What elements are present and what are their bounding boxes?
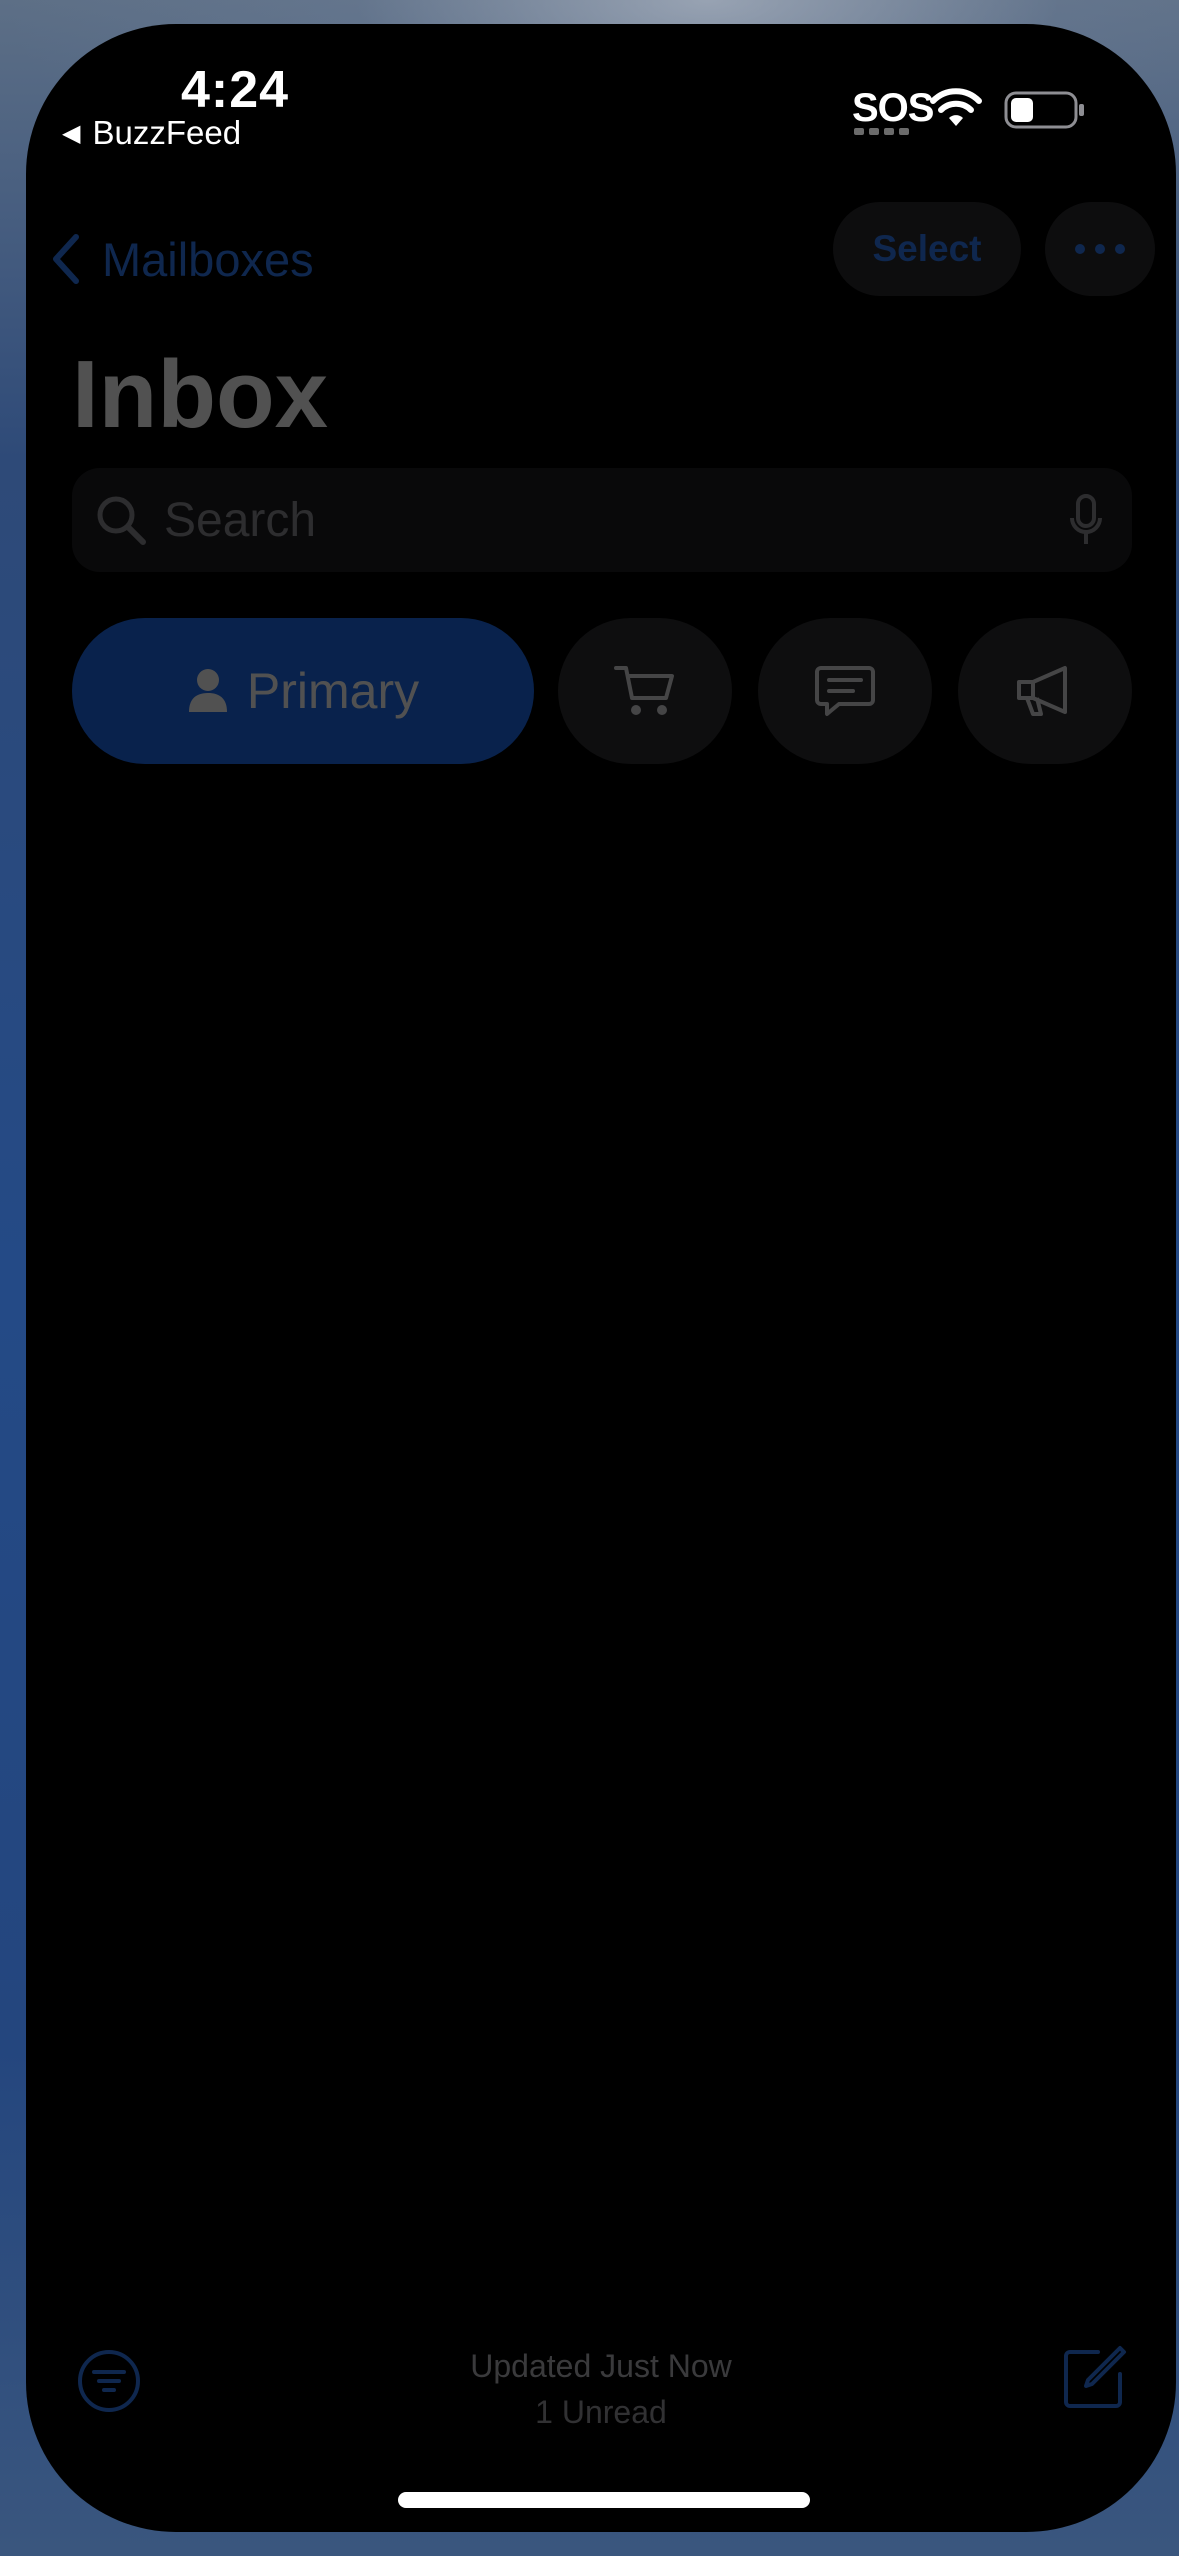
category-transactions-button[interactable] — [758, 618, 932, 764]
select-button[interactable]: Select — [833, 202, 1021, 296]
chevron-left-icon — [53, 234, 79, 284]
search-input[interactable] — [162, 491, 1006, 549]
compose-icon[interactable] — [1062, 2344, 1128, 2410]
category-promotions-button[interactable] — [958, 618, 1132, 764]
updated-status: Updated Just Now — [470, 2348, 732, 2384]
back-to-app-link[interactable]: ◀ BuzzFeed — [62, 114, 241, 152]
microphone-icon[interactable] — [1068, 494, 1104, 548]
page-title: Inbox — [72, 341, 328, 448]
category-primary-button[interactable]: Primary — [72, 618, 534, 764]
status-bar: 4:24 ◀ BuzzFeed SOS — [26, 24, 1176, 164]
sos-indicator: SOS — [852, 86, 934, 130]
signal-dots-icon — [854, 128, 909, 135]
home-indicator[interactable] — [398, 2492, 810, 2508]
mailboxes-back-button[interactable]: Mailboxes — [50, 214, 314, 304]
wifi-icon — [930, 88, 982, 126]
ellipsis-icon — [1075, 244, 1085, 254]
category-primary-label: Primary — [246, 663, 420, 719]
battery-icon — [1004, 91, 1084, 129]
person-icon — [188, 669, 227, 712]
phone-screen: 4:24 ◀ BuzzFeed SOS Mailboxes Select Inb… — [26, 24, 1176, 2532]
category-shopping-button[interactable] — [558, 618, 732, 764]
search-bar[interactable] — [72, 468, 1132, 572]
megaphone-icon — [1017, 666, 1067, 716]
bottom-toolbar: Updated Just Now 1 Unread — [26, 2314, 1176, 2454]
more-options-button[interactable] — [1045, 202, 1155, 296]
chat-bubble-icon — [815, 666, 875, 716]
status-time: 4:24 — [181, 61, 290, 119]
back-app-label: BuzzFeed — [92, 114, 242, 151]
search-icon — [97, 496, 146, 545]
unread-count: 1 Unread — [535, 2394, 667, 2430]
back-triangle-icon: ◀ — [62, 119, 81, 147]
cart-icon — [614, 666, 674, 715]
mailboxes-label: Mailboxes — [102, 232, 314, 286]
